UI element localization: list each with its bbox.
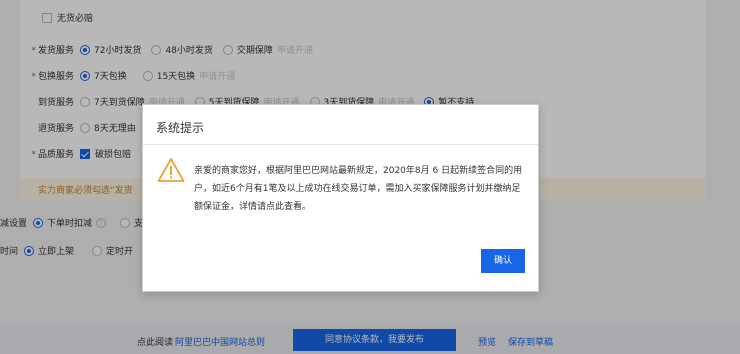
confirm-button[interactable]: 确认 — [481, 249, 525, 273]
warning-icon — [157, 158, 185, 182]
system-dialog: 系统提示 亲爱的商家您好，根据阿里巴巴网站最新规定，2020年8月 6 日起新续… — [142, 104, 539, 292]
dialog-title: 系统提示 — [156, 121, 205, 135]
dialog-divider — [143, 144, 538, 145]
dialog-message[interactable]: 亲爱的商家您好，根据阿里巴巴网站最新规定，2020年8月 6 日起新续签合同的用… — [194, 162, 529, 216]
